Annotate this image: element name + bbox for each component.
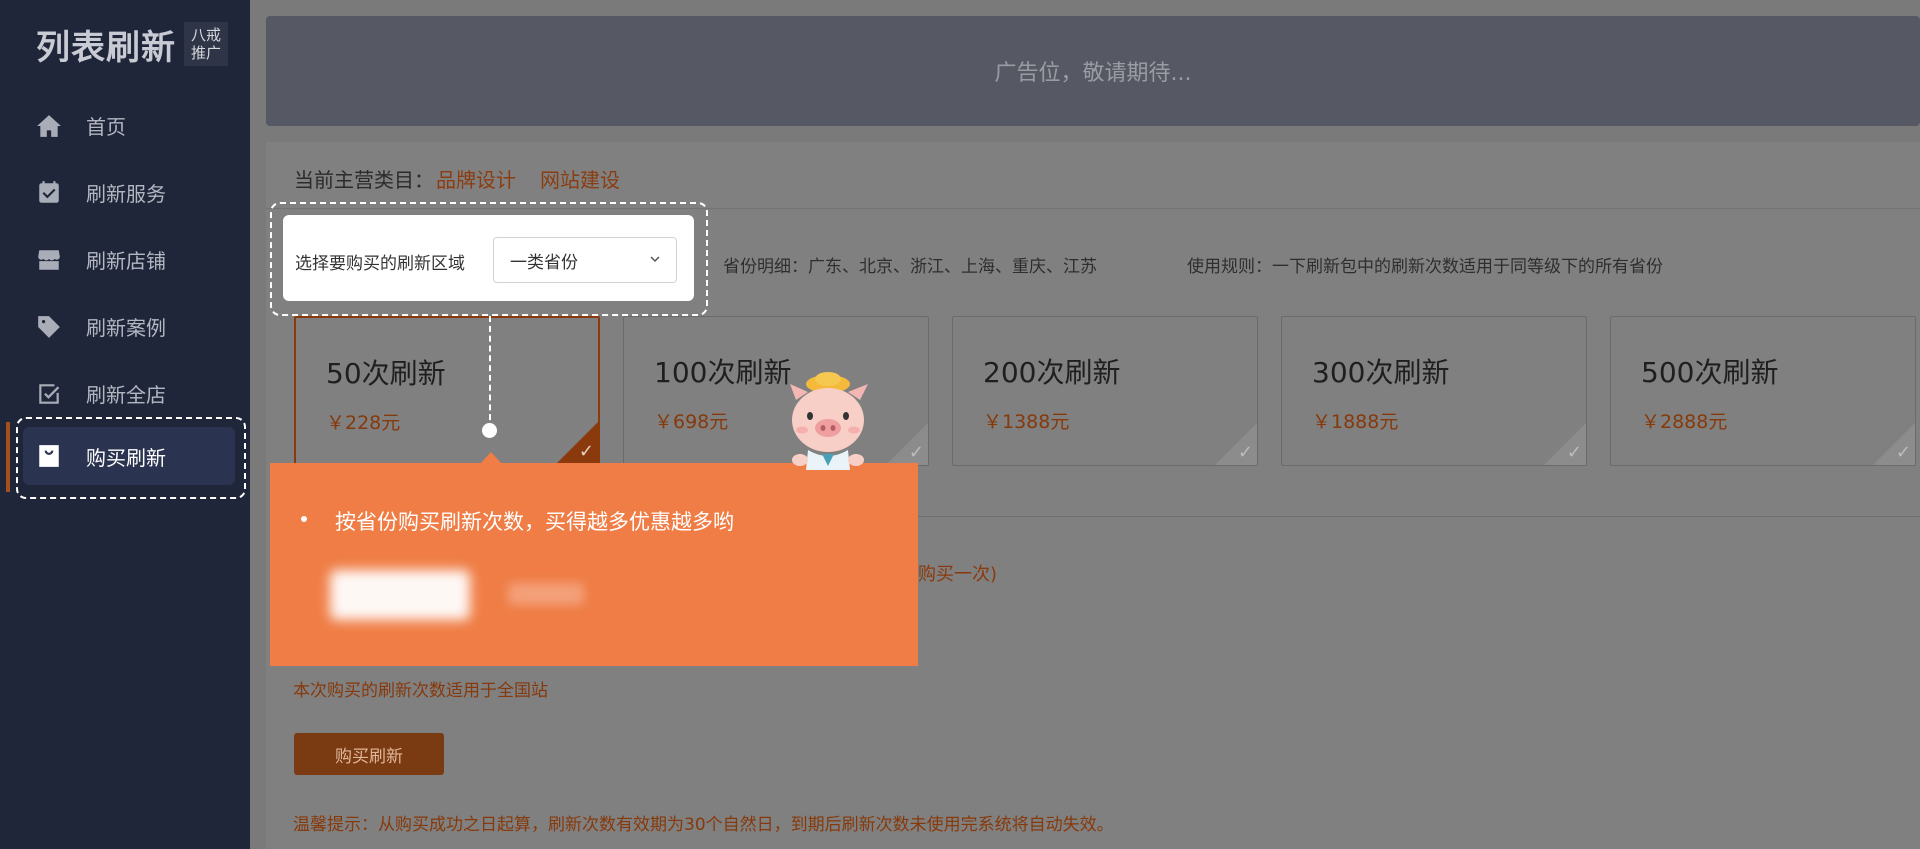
guide-connector-line [489,316,491,430]
sidebar-item-label: 刷新服务 [86,182,166,206]
bullet-icon [301,516,307,522]
sidebar-item-label: 刷新案例 [86,316,166,340]
package-price: ￥1388元 [983,411,1070,433]
sidebar: 列表刷新 八戒 推广 首页 刷新服务 刷新店铺 刷新案例 刷新全店 购买刷新 [0,0,250,849]
region-label: 选择要购买的刷新区域 [295,254,465,274]
sidebar-item-refresh-cases[interactable]: 刷新案例 [0,293,250,360]
logo[interactable]: 列表刷新 八戒 推广 [36,22,228,68]
logo-text: 列表刷新 [36,27,176,68]
guide-connector-dot [482,423,497,438]
province-detail: 省份明细：广东、北京、浙江、上海、重庆、江苏 [723,257,1097,277]
region-select-value: 一类省份 [510,252,578,273]
home-icon [36,113,62,139]
sidebar-item-refresh-service[interactable]: 刷新服务 [0,159,250,226]
category-item[interactable]: 网站建设 [540,164,620,193]
sidebar-item-label: 购买刷新 [86,445,166,470]
warm-tip: 温馨提示：从购买成功之日起算，刷新次数有效期为30个自然日，到期后刷新次数未使用… [293,815,1114,835]
package-price: ￥1888元 [1312,411,1399,433]
package-title: 200次刷新 [983,356,1121,389]
category-item[interactable]: 品牌设计 [436,164,516,193]
package-price: ￥2888元 [1641,411,1728,433]
sidebar-item-label: 刷新店铺 [86,249,166,273]
usage-rule: 使用规则：一下刷新包中的刷新次数适用于同等级下的所有省份 [1187,257,1663,277]
check-icon: ✓ [1237,442,1253,463]
buy-once-note: 购买一次) [918,564,998,585]
guide-skip-link[interactable] [508,583,584,605]
check-icon: ✓ [1566,442,1582,463]
main-content: 广告位，敬请期待... 当前主营类目： 品牌设计 网站建设 省份明细：广东、北京… [250,0,1920,849]
check-icon: ✓ [1895,442,1911,463]
shopping-bag-icon [36,443,62,469]
package-title: 50次刷新 [326,357,446,390]
sidebar-item-refresh-store[interactable]: 刷新店铺 [0,226,250,293]
package-card-200[interactable]: 200次刷新 ￥1388元 ✓ [952,316,1258,466]
checklist-icon [36,381,62,407]
package-card-500[interactable]: 500次刷新 ￥2888元 ✓ [1610,316,1916,466]
check-icon: ✓ [908,442,924,463]
category-label: 当前主营类目： [294,168,434,192]
ad-banner-text: 广告位，敬请期待... [994,61,1192,86]
chevron-down-icon [650,256,660,263]
sidebar-item-buy-refresh[interactable]: 购买刷新 [23,427,235,485]
guide-tooltip: 按省份购买刷新次数，买得越多优惠越多哟 [270,463,918,666]
package-card-50[interactable]: 50次刷新 ￥228元 ✓ [294,316,600,466]
guide-tooltip-text: 按省份购买刷新次数，买得越多优惠越多哟 [335,510,734,534]
calendar-check-icon [36,180,62,206]
package-card-300[interactable]: 300次刷新 ￥1888元 ✓ [1281,316,1587,466]
scope-note: 本次购买的刷新次数适用于全国站 [293,681,548,701]
logo-badge-line1: 八戒 [190,26,221,44]
store-icon [36,247,62,273]
buy-refresh-button[interactable]: 购买刷新 [294,733,444,775]
package-price: ￥228元 [326,412,401,434]
active-indicator [6,422,10,492]
package-card-100[interactable]: 100次刷新 ￥698元 ✓ [623,316,929,466]
region-select[interactable]: 一类省份 [493,237,677,283]
logo-badge: 八戒 推广 [184,22,228,66]
sidebar-item-label: 刷新全店 [86,383,166,407]
package-price: ￥698元 [654,411,729,433]
check-icon: ✓ [578,441,594,462]
package-title: 300次刷新 [1312,356,1450,389]
region-selector-box: 选择要购买的刷新区域 一类省份 [283,215,694,301]
sidebar-item-label: 首页 [86,115,126,139]
sidebar-item-home[interactable]: 首页 [0,92,250,159]
package-title: 500次刷新 [1641,356,1779,389]
tag-icon [36,314,62,340]
sidebar-nav: 首页 刷新服务 刷新店铺 刷新案例 刷新全店 [0,92,250,427]
ad-banner[interactable]: 广告位，敬请期待... [266,16,1920,126]
category-row: 当前主营类目： 品牌设计 网站建设 [294,164,642,193]
pig-mascot-icon [790,372,868,470]
guide-next-button[interactable] [330,570,470,620]
logo-badge-line2: 推广 [190,44,221,62]
package-title: 100次刷新 [654,356,792,389]
